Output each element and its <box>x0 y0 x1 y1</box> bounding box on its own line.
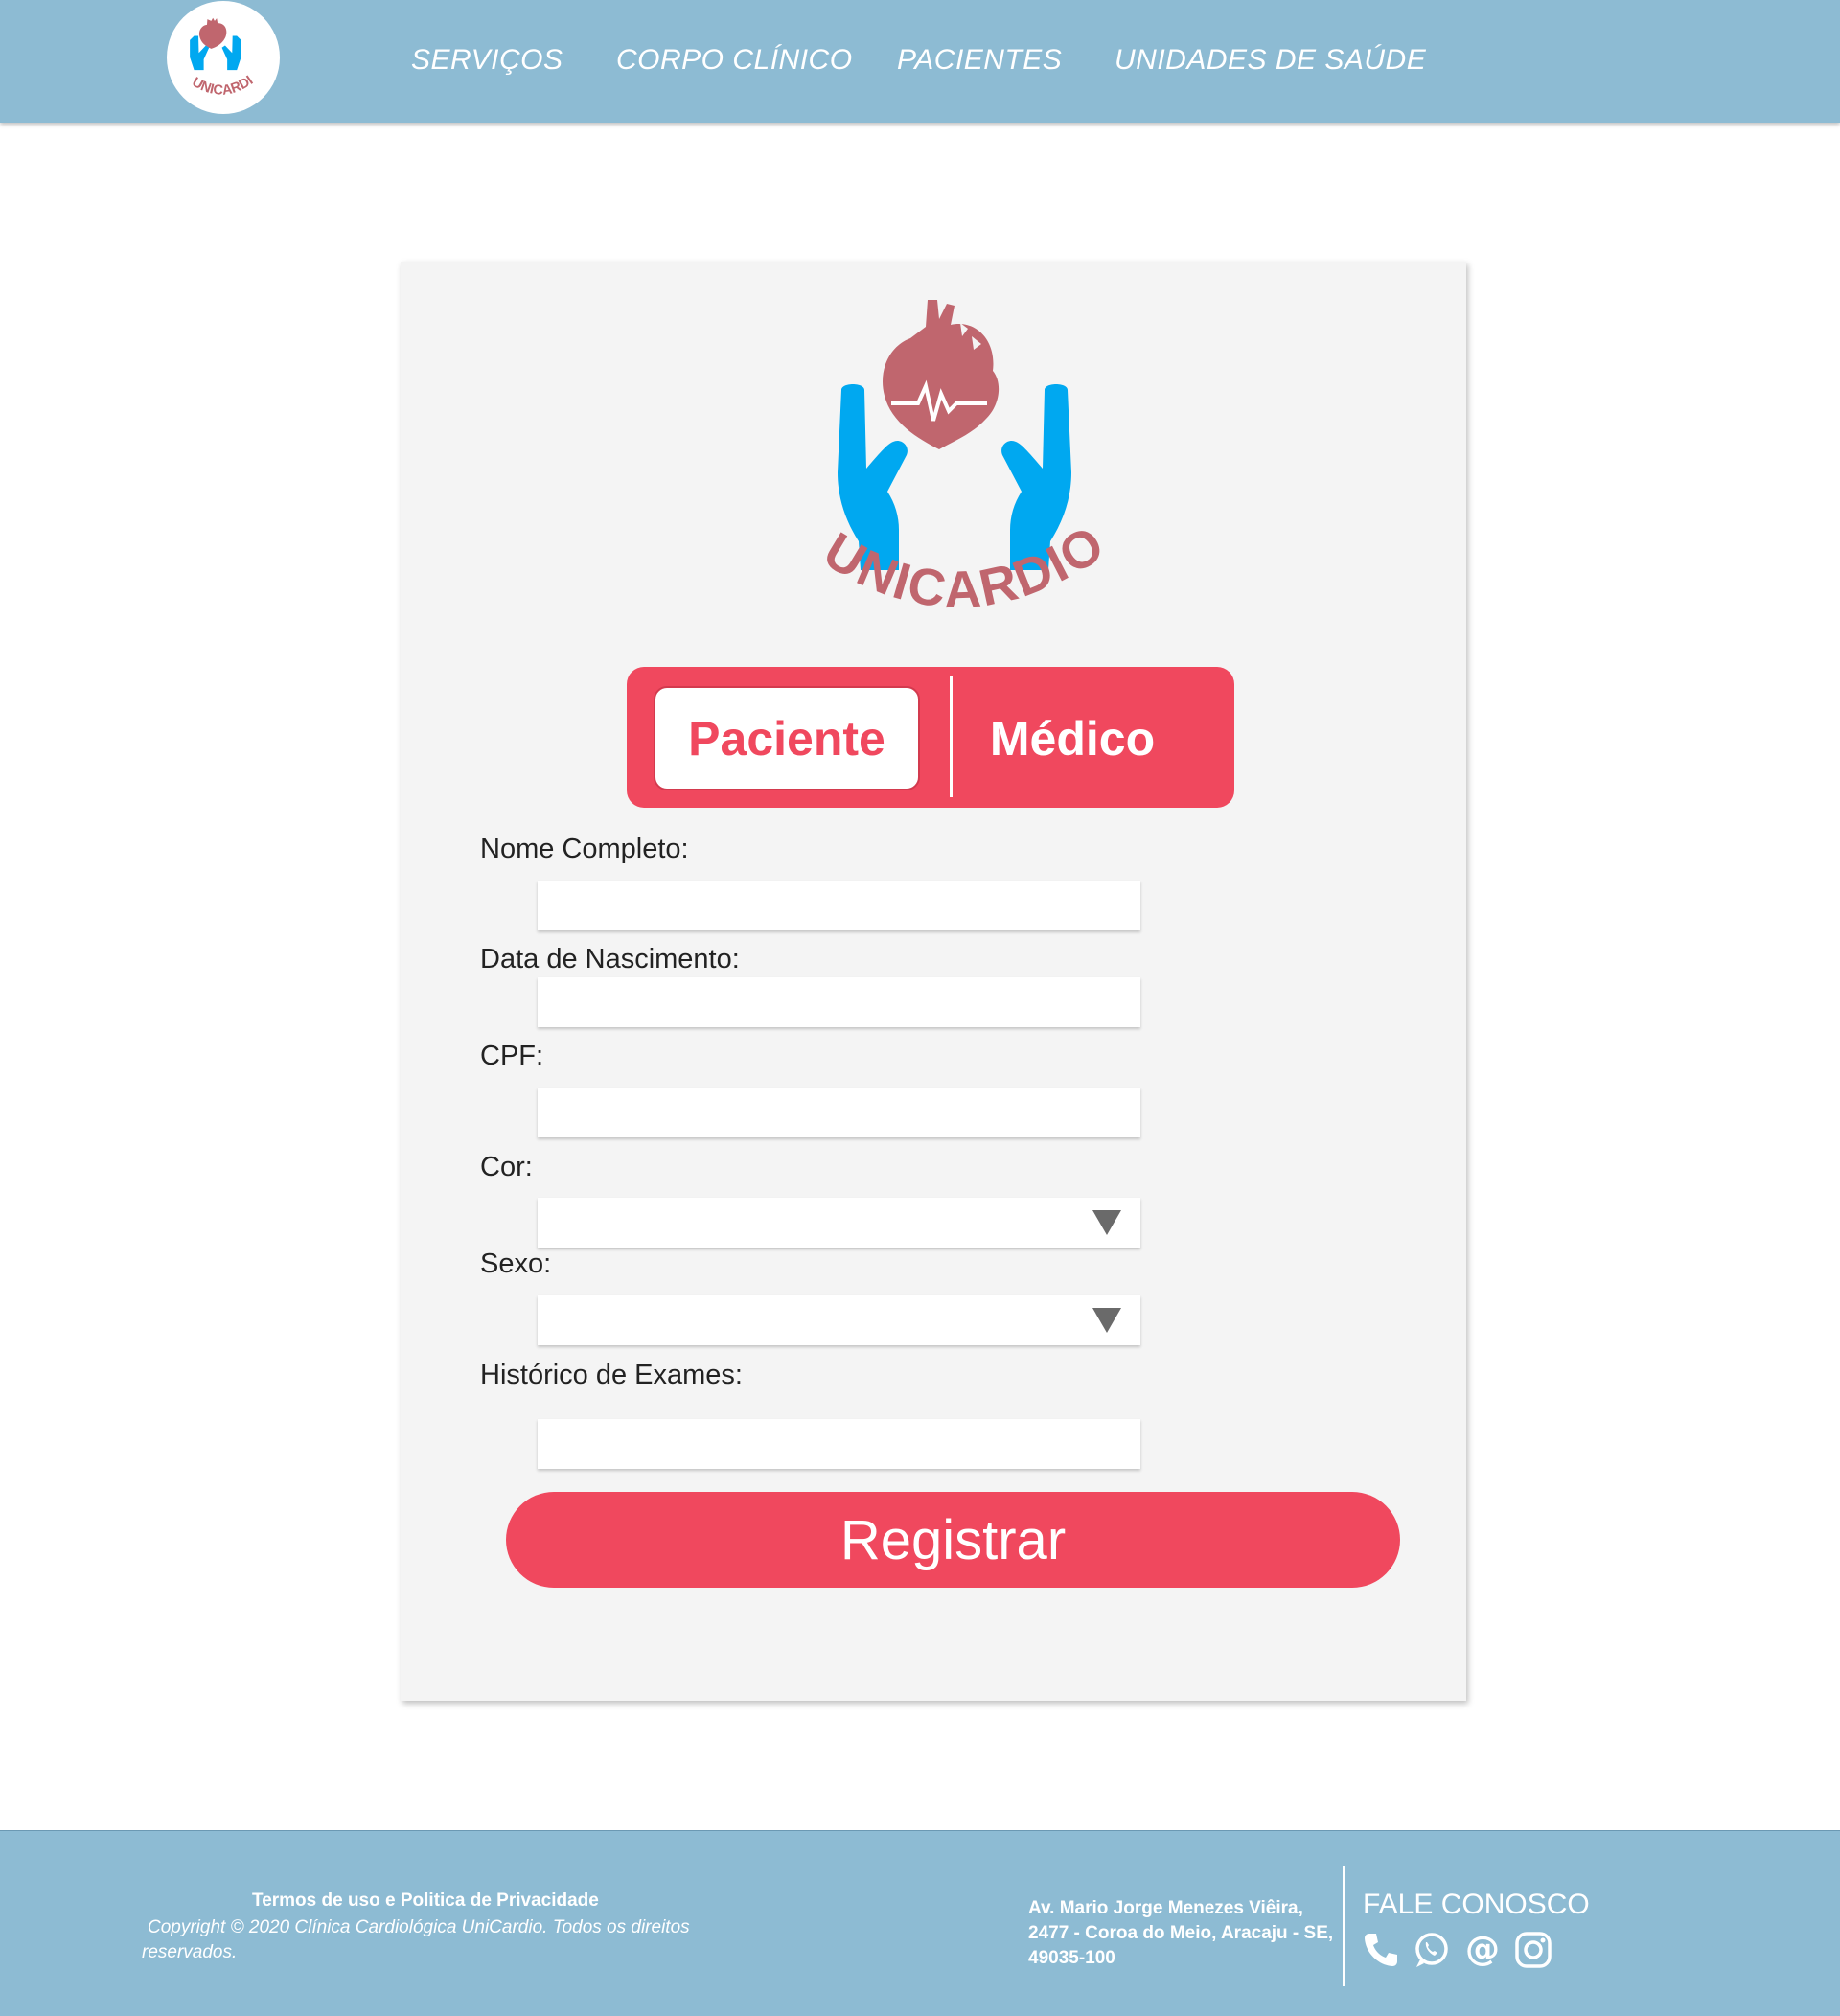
footer: Termos de uso e Politica de Privacidade … <box>0 1830 1840 2016</box>
unicardio-logo-small: UNICARDIO <box>167 1 256 99</box>
svg-text:@: @ <box>1465 1931 1500 1969</box>
nav-pacientes[interactable]: PACIENTES <box>897 44 1062 77</box>
cor-select[interactable] <box>538 1198 1140 1248</box>
data-nascimento-input[interactable] <box>538 977 1140 1027</box>
nav-servicos[interactable]: SERVIÇOS <box>411 44 564 77</box>
nav-corpo-clinico[interactable]: CORPO CLÍNICO <box>616 44 853 77</box>
email-at-icon[interactable]: @ <box>1463 1931 1502 1969</box>
heart-icon <box>883 300 1000 449</box>
unicardio-logo: UNICARDIO <box>784 290 1129 619</box>
nome-completo-input[interactable] <box>538 881 1140 930</box>
phone-icon[interactable] <box>1362 1931 1400 1969</box>
label-cpf: CPF: <box>480 1041 544 1071</box>
top-navbar: UNICARDIO SERVIÇOS CORPO CLÍNICO PACIENT… <box>0 0 1840 123</box>
register-button[interactable]: Registrar <box>506 1492 1400 1588</box>
cpf-input[interactable] <box>538 1088 1140 1137</box>
instagram-icon[interactable] <box>1514 1931 1552 1969</box>
sexo-select[interactable] <box>538 1295 1140 1345</box>
label-data-nascimento: Data de Nascimento: <box>480 944 740 974</box>
tab-paciente[interactable]: Paciente <box>654 686 920 790</box>
label-cor: Cor: <box>480 1152 533 1182</box>
dropdown-arrow-icon <box>1092 1210 1121 1235</box>
label-sexo: Sexo: <box>480 1249 552 1279</box>
contact-title: FALE CONOSCO <box>1363 1889 1590 1920</box>
registration-card: UNICARDIO Paciente Médico Nome Completo:… <box>401 262 1466 1701</box>
dropdown-arrow-icon <box>1092 1308 1121 1333</box>
user-type-toggle: Paciente Médico <box>627 667 1234 808</box>
nav-unidades-de-saude[interactable]: UNIDADES DE SAÚDE <box>1115 44 1426 77</box>
label-nome-completo: Nome Completo: <box>480 834 689 864</box>
header-logo[interactable]: UNICARDIO <box>167 1 280 114</box>
terms-link[interactable]: Termos de uso e Politica de Privacidade <box>252 1890 599 1912</box>
address-text: Av. Mario Jorge Menezes Viêira, 2477 - C… <box>1028 1898 1334 1968</box>
label-historico-exames: Histórico de Exames: <box>480 1360 743 1390</box>
tab-medico[interactable]: Médico <box>953 686 1192 790</box>
copyright-text: Copyright © 2020 Clínica Cardiológica Un… <box>142 1917 690 1962</box>
whatsapp-icon[interactable] <box>1412 1931 1450 1969</box>
svg-text:UNICARDIO: UNICARDIO <box>167 1 256 99</box>
historico-exames-input[interactable] <box>538 1419 1140 1469</box>
footer-divider <box>1343 1866 1345 1986</box>
